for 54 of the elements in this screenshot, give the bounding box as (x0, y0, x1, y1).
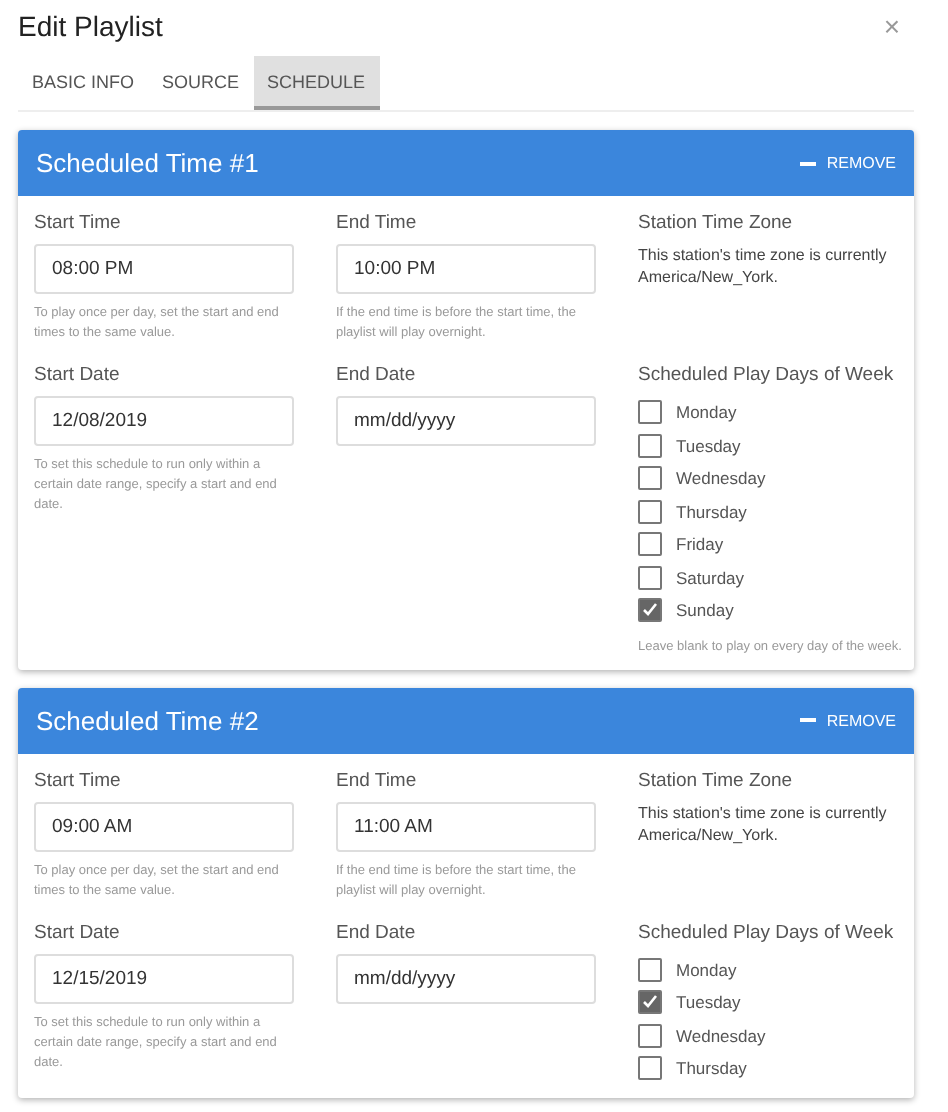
field-label: Start Date (34, 364, 122, 386)
time-field[interactable]: 08:00 PM (34, 244, 294, 294)
date-field[interactable]: mm/dd/yyyy (336, 953, 596, 1003)
date-field[interactable]: 12/15/2019 (34, 953, 294, 1003)
field-label: End Time (336, 212, 419, 234)
field-label: End Date (336, 364, 418, 386)
checkbox[interactable] (638, 1023, 662, 1048)
field-label: End Date (336, 921, 418, 943)
time-field[interactable]: 10:00 PM (336, 244, 596, 294)
minus-icon (800, 718, 817, 722)
remove-button[interactable]: REMOVE (800, 154, 896, 172)
field-label: Scheduled Play Days of Week (638, 364, 896, 386)
day-label: Tuesday (676, 435, 741, 456)
field-label: Station Time Zone (638, 769, 795, 791)
day-label: Wednesday (676, 1025, 766, 1046)
tab[interactable]: BASIC INFO (18, 56, 149, 110)
time-field[interactable]: 11:00 AM (336, 801, 596, 851)
checkbox[interactable] (638, 433, 662, 458)
checkbox[interactable] (638, 990, 662, 1015)
checkbox[interactable] (638, 957, 662, 982)
checkbox[interactable] (638, 532, 662, 557)
day-label: Sunday (676, 600, 734, 621)
date-field[interactable]: 12/08/2019 (34, 396, 294, 446)
checkbox[interactable] (638, 499, 662, 524)
checkbox[interactable] (638, 598, 662, 623)
time-zone-text: This station's time zone is currently America/New_York. (638, 801, 889, 845)
field-label: Start Time (34, 212, 123, 234)
date-field[interactable]: mm/dd/yyyy (336, 396, 596, 446)
field-label: End Time (336, 769, 419, 791)
minus-icon (800, 161, 817, 165)
time-field[interactable]: 09:00 AM (34, 801, 294, 851)
day-label: Friday (676, 534, 724, 555)
field-label: Scheduled Play Days of Week (638, 921, 896, 943)
day-label: Monday (676, 402, 737, 423)
checkbox[interactable] (638, 400, 662, 425)
dialog-title: Edit Playlist (18, 10, 163, 42)
card-title: Scheduled Time #2 (36, 705, 259, 735)
field-label: Start Time (34, 769, 123, 791)
field-label: Start Date (34, 921, 122, 943)
checkbox[interactable] (638, 565, 662, 590)
day-label: Saturday (676, 567, 745, 588)
day-label: Wednesday (676, 468, 766, 489)
remove-button[interactable]: REMOVE (800, 711, 896, 729)
time-zone-text: This station's time zone is currently America/New_York. (638, 244, 889, 288)
checkbox[interactable] (638, 1056, 662, 1081)
tab[interactable]: SCHEDULE (253, 56, 380, 110)
day-label: Thursday (676, 1058, 747, 1079)
card-title: Scheduled Time #1 (36, 148, 259, 178)
field-label: Station Time Zone (638, 212, 795, 234)
tab[interactable]: SOURCE (148, 56, 254, 110)
day-label: Thursday (676, 501, 747, 522)
day-label: Tuesday (676, 992, 741, 1013)
checkbox[interactable] (638, 466, 662, 491)
day-label: Monday (676, 959, 737, 980)
